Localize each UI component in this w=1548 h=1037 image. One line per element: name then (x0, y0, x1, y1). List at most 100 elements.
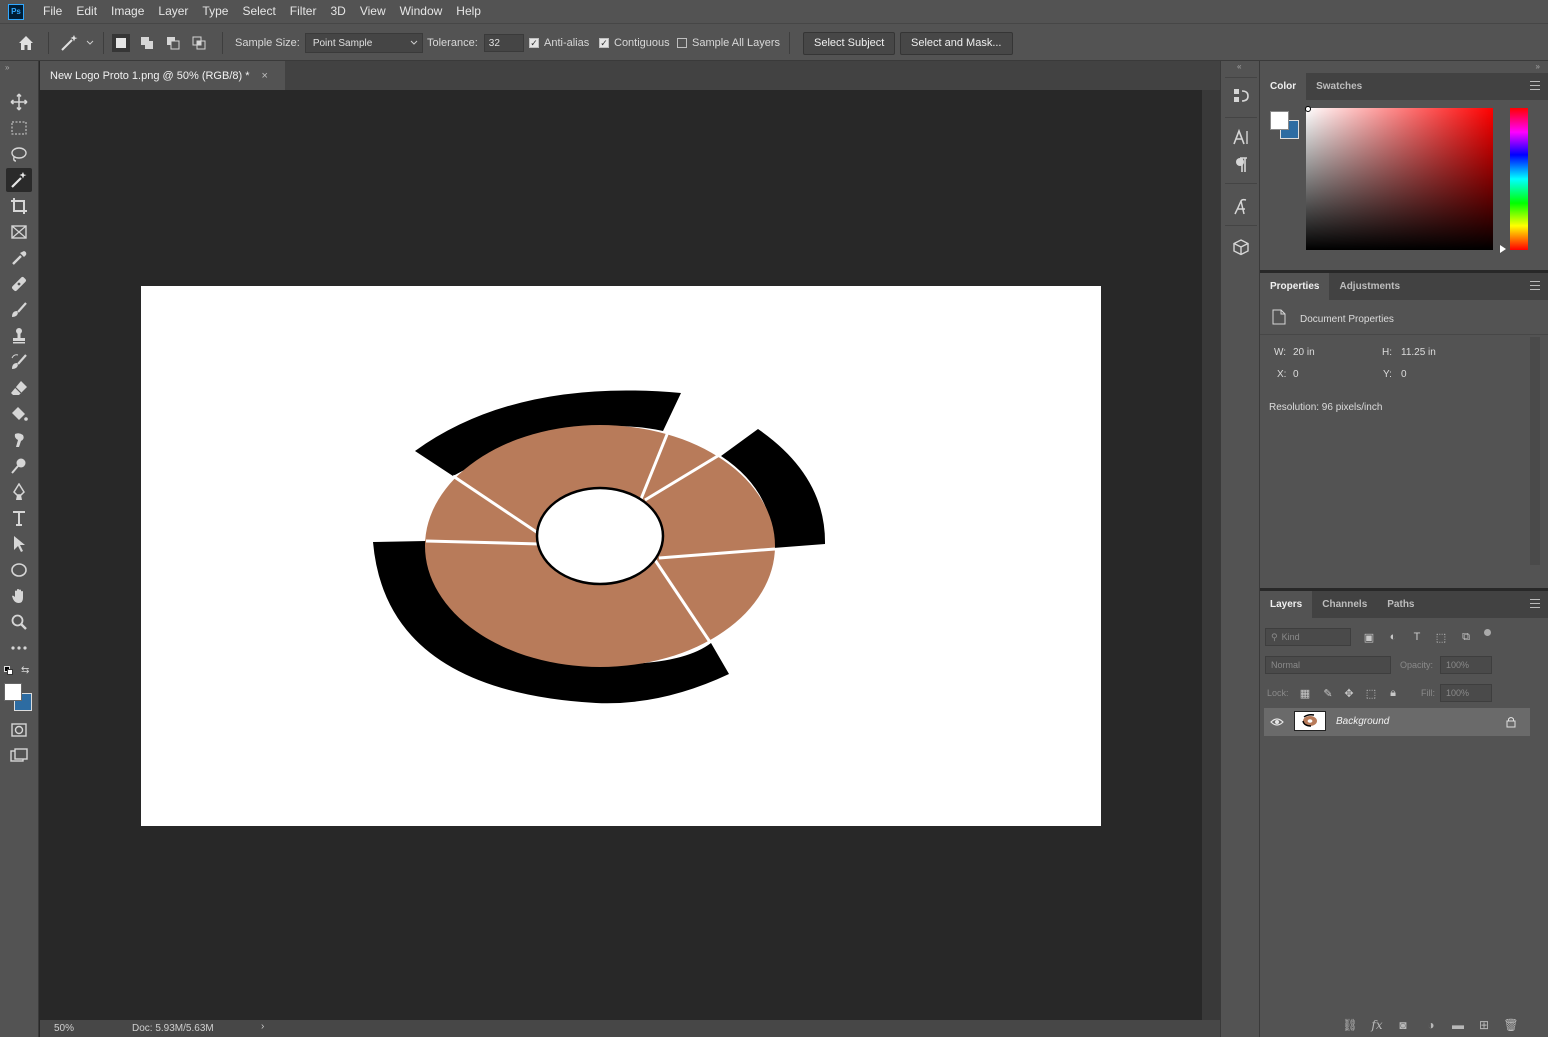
properties-scrollbar[interactable] (1530, 337, 1540, 565)
collapse-toolbar-icon[interactable]: » (5, 63, 9, 72)
marquee-tool[interactable] (6, 116, 32, 140)
menu-type[interactable]: Type (195, 0, 235, 23)
type-tool[interactable] (6, 506, 32, 530)
eraser-tool[interactable] (6, 376, 32, 400)
smudge-tool[interactable] (6, 428, 32, 452)
menu-edit[interactable]: Edit (69, 0, 104, 23)
clone-stamp-tool[interactable] (6, 324, 32, 348)
eyedropper-tool[interactable] (6, 246, 32, 270)
magic-wand-tool[interactable] (6, 168, 32, 192)
hue-slider[interactable] (1510, 108, 1528, 250)
link-layers-icon[interactable]: ⛓ (1342, 1017, 1358, 1033)
menu-file[interactable]: File (36, 0, 69, 23)
paragraph-panel-button[interactable] (1230, 154, 1252, 176)
move-tool[interactable] (6, 90, 32, 114)
adjustment-layer-icon[interactable]: ◑ (1423, 1017, 1439, 1033)
new-layer-icon[interactable]: ⊞ (1476, 1017, 1492, 1033)
menu-image[interactable]: Image (104, 0, 151, 23)
menu-layer[interactable]: Layer (151, 0, 195, 23)
select-and-mask-button[interactable]: Select and Mask... (900, 31, 1013, 55)
default-colors-icon[interactable] (4, 666, 14, 676)
hand-tool[interactable] (6, 584, 32, 608)
swap-colors-icon[interactable]: ⇆ (21, 665, 29, 676)
eye-icon[interactable] (1270, 717, 1284, 727)
layer-row[interactable]: Background (1264, 708, 1530, 736)
blend-mode-select[interactable]: Normal (1265, 656, 1391, 674)
zoom-tool[interactable] (6, 610, 32, 634)
x-value[interactable]: 0 (1293, 369, 1299, 380)
tab-swatches[interactable]: Swatches (1306, 73, 1372, 100)
tab-adjustments[interactable]: Adjustments (1329, 273, 1410, 300)
filter-smart-objects-icon[interactable]: ⧉ (1459, 630, 1473, 644)
lock-position-icon[interactable]: ✥ (1342, 686, 1356, 700)
menu-help[interactable]: Help (449, 0, 488, 23)
filter-shape-layers-icon[interactable]: ⬚ (1434, 630, 1448, 644)
tab-paths[interactable]: Paths (1377, 591, 1424, 618)
menu-3d[interactable]: 3D (323, 0, 352, 23)
menu-window[interactable]: Window (393, 0, 450, 23)
character-panel-button[interactable] (1230, 126, 1252, 148)
lock-image-pixels-icon[interactable]: ✎ (1321, 686, 1335, 700)
screen-mode-button[interactable] (6, 744, 32, 768)
dodge-tool[interactable] (6, 454, 32, 478)
select-subject-button[interactable]: Select Subject (803, 31, 896, 55)
filter-pixel-layers-icon[interactable]: ▣ (1362, 630, 1376, 644)
filter-toggle-icon[interactable] (1484, 629, 1491, 636)
zoom-level[interactable]: 50% (54, 1023, 74, 1034)
pen-tool[interactable] (6, 480, 32, 504)
tab-layers[interactable]: Layers (1260, 591, 1313, 618)
document-tab[interactable]: New Logo Proto 1.png @ 50% (RGB/8) * × (40, 61, 285, 90)
frame-tool[interactable] (6, 220, 32, 244)
intersect-selection-button[interactable] (190, 34, 208, 52)
path-selection-tool[interactable] (6, 532, 32, 556)
lock-transparent-icon[interactable]: ▦ (1298, 686, 1312, 700)
canvas-area[interactable] (40, 90, 1202, 1020)
more-tools-button[interactable] (6, 636, 32, 660)
brush-tool[interactable] (6, 298, 32, 322)
delete-layer-icon[interactable]: 🗑︎ (1503, 1017, 1519, 1033)
tab-color[interactable]: Color (1260, 73, 1307, 100)
quick-mask-button[interactable] (6, 718, 32, 742)
filter-adjustment-layers-icon[interactable]: ◐ (1386, 630, 1400, 644)
layer-style-icon[interactable]: fx (1369, 1017, 1385, 1033)
vertical-scrollbar[interactable] (1202, 90, 1220, 1020)
panel-menu-icon[interactable] (1530, 81, 1540, 90)
lasso-tool[interactable] (6, 142, 32, 166)
contiguous-checkbox[interactable]: ✓ Contiguous (599, 24, 670, 62)
tolerance-input[interactable]: 32 (483, 34, 524, 52)
status-expand-icon[interactable]: › (261, 1021, 264, 1032)
menu-select[interactable]: Select (235, 0, 282, 23)
crop-tool[interactable] (6, 194, 32, 218)
add-to-selection-button[interactable] (138, 34, 156, 52)
lock-all-icon[interactable]: 🔒︎ (1386, 686, 1400, 700)
healing-brush-tool[interactable] (6, 272, 32, 296)
new-selection-button[interactable] (112, 34, 130, 52)
tab-channels[interactable]: Channels (1312, 591, 1377, 618)
glyphs-panel-button[interactable] (1230, 196, 1252, 218)
lock-artboard-icon[interactable]: ⬚ (1364, 686, 1378, 700)
anti-alias-checkbox[interactable]: ✓ Anti-alias (529, 24, 589, 62)
color-panel-fg-swatch[interactable] (1270, 111, 1289, 130)
paint-bucket-tool[interactable] (6, 402, 32, 426)
ellipse-tool[interactable] (6, 558, 32, 582)
width-value[interactable]: 20 in (1293, 347, 1315, 358)
menu-filter[interactable]: Filter (283, 0, 324, 23)
new-group-icon[interactable]: ▬ (1450, 1017, 1466, 1033)
close-tab-icon[interactable]: × (262, 70, 268, 82)
y-value[interactable]: 0 (1401, 369, 1407, 380)
fill-input[interactable]: 100% (1440, 684, 1492, 702)
3d-panel-button[interactable] (1230, 236, 1252, 258)
panel-menu-icon[interactable] (1530, 599, 1540, 608)
color-picker-field[interactable] (1306, 108, 1493, 250)
history-brush-tool[interactable] (6, 350, 32, 374)
tab-properties[interactable]: Properties (1260, 273, 1330, 300)
filter-type-layers-icon[interactable]: T (1410, 630, 1424, 644)
sample-all-layers-checkbox[interactable]: Sample All Layers (677, 24, 780, 62)
add-mask-icon[interactable]: ◙ (1395, 1017, 1411, 1033)
panel-menu-icon[interactable] (1530, 281, 1540, 290)
layer-filter-kind[interactable]: ⚲ Kind (1265, 628, 1351, 646)
home-button[interactable] (17, 24, 35, 62)
opacity-input[interactable]: 100% (1440, 656, 1492, 674)
tool-preset-picker[interactable] (60, 24, 94, 62)
foreground-color-swatch[interactable] (4, 683, 22, 701)
